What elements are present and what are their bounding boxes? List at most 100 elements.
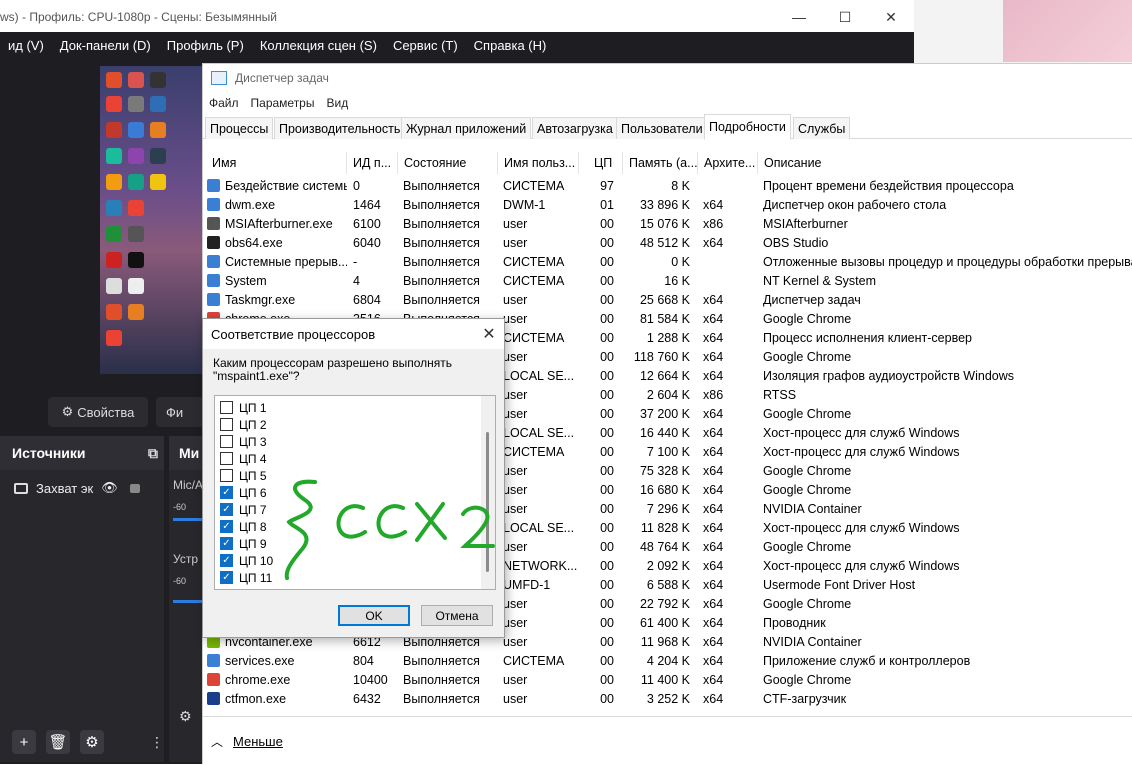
minimize-button[interactable]: —	[776, 2, 822, 32]
checkbox-checked[interactable]: ✓	[220, 554, 233, 567]
cell-arch: x86	[703, 385, 757, 404]
undock-icon[interactable]: ⧉	[148, 445, 158, 462]
column-header-name[interactable]: Имя	[207, 152, 347, 174]
cell-name: MSIAfterburner.exe	[207, 214, 347, 233]
eye-icon[interactable]: 👁	[101, 480, 118, 496]
cpu-checkbox-item[interactable]: ✓ ЦП 6	[220, 484, 267, 501]
close-icon[interactable]: ✕	[474, 319, 504, 349]
column-header-description[interactable]: Описание	[759, 152, 1132, 174]
column-header-memory[interactable]: Память (а...	[624, 152, 698, 174]
menu-scene-collection[interactable]: Коллекция сцен (S)	[252, 38, 385, 53]
cpu-checkbox-item[interactable]: ✓ ЦП 9	[220, 535, 267, 552]
menu-file[interactable]: Файл	[209, 96, 239, 110]
cell-text: x86	[703, 216, 724, 231]
cell-text: 00	[600, 463, 614, 478]
checkbox-unchecked[interactable]	[220, 469, 233, 482]
menu-view[interactable]: ид (V)	[0, 38, 52, 53]
cell-mem: 0 K	[624, 252, 694, 271]
properties-button[interactable]: ⚙ Свойства	[48, 397, 148, 427]
cell-text: user	[503, 596, 528, 611]
cpu-checkbox-item[interactable]: ЦП 5	[220, 467, 267, 484]
cell-arch	[703, 271, 757, 290]
column-header-pid[interactable]: ИД п...	[348, 152, 398, 174]
cell-desc: Google Chrome	[763, 670, 1132, 689]
table-row[interactable]: Бездействие системы 0 Выполняется СИСТЕМА 97…	[203, 176, 1132, 195]
gear-icon: ⚙	[61, 404, 74, 419]
cpu-checkbox-item[interactable]: ЦП 2	[220, 416, 267, 433]
volume-slider[interactable]	[173, 600, 205, 603]
cell-state: Выполняется	[403, 290, 499, 309]
cpu-checkbox-item[interactable]: ✓ ЦП 7	[220, 501, 267, 518]
table-row[interactable]: Taskmgr.exe 6804 Выполняется user 00 25 668 K…	[203, 290, 1132, 309]
mixer-gear-icon[interactable]: ⚙	[179, 708, 192, 725]
column-header-status[interactable]: Состояние	[399, 152, 498, 174]
more-icon[interactable]: ⋮	[150, 734, 164, 751]
menu-help[interactable]: Справка (H)	[466, 38, 555, 53]
table-row[interactable]: services.exe 804 Выполняется СИСТЕМА 00 4 204…	[203, 651, 1132, 670]
tab-details[interactable]: Подробности	[704, 114, 791, 140]
ok-button[interactable]: OK	[338, 605, 410, 626]
cpu-checkbox-item[interactable]: ✓ ЦП 8	[220, 518, 267, 535]
lock-icon[interactable]	[129, 483, 140, 493]
table-row[interactable]: obs64.exe 6040 Выполняется user 00 48 512 K x6…	[203, 233, 1132, 252]
menu-docks[interactable]: Док-панели (D)	[52, 38, 159, 53]
maximize-button[interactable]: ☐	[822, 2, 868, 32]
close-button[interactable]: ✕	[868, 2, 914, 32]
process-icon	[207, 654, 220, 667]
menu-options[interactable]: Параметры	[251, 96, 315, 110]
cell-mem: 81 584 K	[624, 309, 694, 328]
cell-arch: x64	[703, 423, 757, 442]
app-icon	[150, 148, 166, 164]
cell-text: x64	[703, 197, 724, 212]
menu-view[interactable]: Вид	[326, 96, 348, 110]
checkbox-checked[interactable]: ✓	[220, 537, 233, 550]
checkbox-unchecked[interactable]	[220, 435, 233, 448]
tab-startup[interactable]: Автозагрузка	[532, 117, 618, 139]
table-row[interactable]: dwm.exe 1464 Выполняется DWM-1 01 33 896 K x64…	[203, 195, 1132, 214]
filters-button[interactable]: Фи	[156, 397, 205, 427]
add-icon[interactable]: +	[12, 730, 36, 754]
source-item[interactable]: Захват эк 👁	[0, 474, 164, 502]
cpu-checkbox-item[interactable]: ЦП 1	[220, 399, 267, 416]
column-header-user[interactable]: Имя польз...	[499, 152, 579, 174]
cell-text: x64	[703, 577, 724, 592]
checkbox-unchecked[interactable]	[220, 418, 233, 431]
volume-slider[interactable]	[173, 518, 205, 521]
gear-icon[interactable]: ⚙	[80, 730, 104, 754]
table-row[interactable]: System 4 Выполняется СИСТЕМА 00 16 K NT Kernel…	[203, 271, 1132, 290]
cpu-checkbox-item[interactable]: ✓ ЦП 11	[220, 569, 272, 586]
fewer-details-link[interactable]: Меньше	[233, 734, 283, 749]
tab-processes[interactable]: Процессы	[205, 117, 274, 139]
table-row[interactable]: MSIAfterburner.exe 6100 Выполняется user 00 1…	[203, 214, 1132, 233]
process-icon	[207, 255, 220, 268]
table-row[interactable]: Системные прерыв... - Выполняется СИСТЕМА 00…	[203, 252, 1132, 271]
trash-icon[interactable]: 🗑	[46, 730, 70, 754]
tab-users[interactable]: Пользователи	[616, 117, 708, 139]
checkbox-checked[interactable]: ✓	[220, 571, 233, 584]
process-icon	[207, 692, 220, 705]
cell-arch: x64	[703, 442, 757, 461]
chevron-up-icon[interactable]: ︿	[211, 733, 223, 750]
cpu-checkbox-item[interactable]: ЦП 3	[220, 433, 267, 450]
column-header-arch[interactable]: Архите...	[699, 152, 758, 174]
cpu-checkbox-item[interactable]: ✓ ЦП 10	[220, 552, 273, 569]
checkbox-unchecked[interactable]	[220, 452, 233, 465]
tab-services[interactable]: Службы	[793, 117, 851, 139]
checkbox-unchecked[interactable]	[220, 401, 233, 414]
column-header-cpu[interactable]: ЦП	[580, 152, 623, 174]
obs-preview-canvas[interactable]	[100, 66, 205, 374]
checkbox-checked[interactable]: ✓	[220, 503, 233, 516]
cpu-checkbox-item[interactable]: ЦП 4	[220, 450, 267, 467]
cancel-button[interactable]: Отмена	[421, 605, 493, 626]
table-row[interactable]: chrome.exe 10400 Выполняется user 00 11 400 K…	[203, 670, 1132, 689]
checkbox-checked[interactable]: ✓	[220, 520, 233, 533]
cell-desc: NT Kernel & System	[763, 271, 1132, 290]
tab-app-history[interactable]: Журнал приложений	[401, 117, 532, 139]
tab-performance[interactable]: Производительность	[274, 117, 406, 139]
cell-arch: x64	[703, 632, 757, 651]
menu-tools[interactable]: Сервис (T)	[385, 38, 466, 53]
checkbox-checked[interactable]: ✓	[220, 486, 233, 499]
menu-profile[interactable]: Профиль (P)	[159, 38, 252, 53]
cell-state: Выполняется	[403, 214, 499, 233]
table-row[interactable]: ctfmon.exe 6432 Выполняется user 00 3 252 K x6…	[203, 689, 1132, 708]
